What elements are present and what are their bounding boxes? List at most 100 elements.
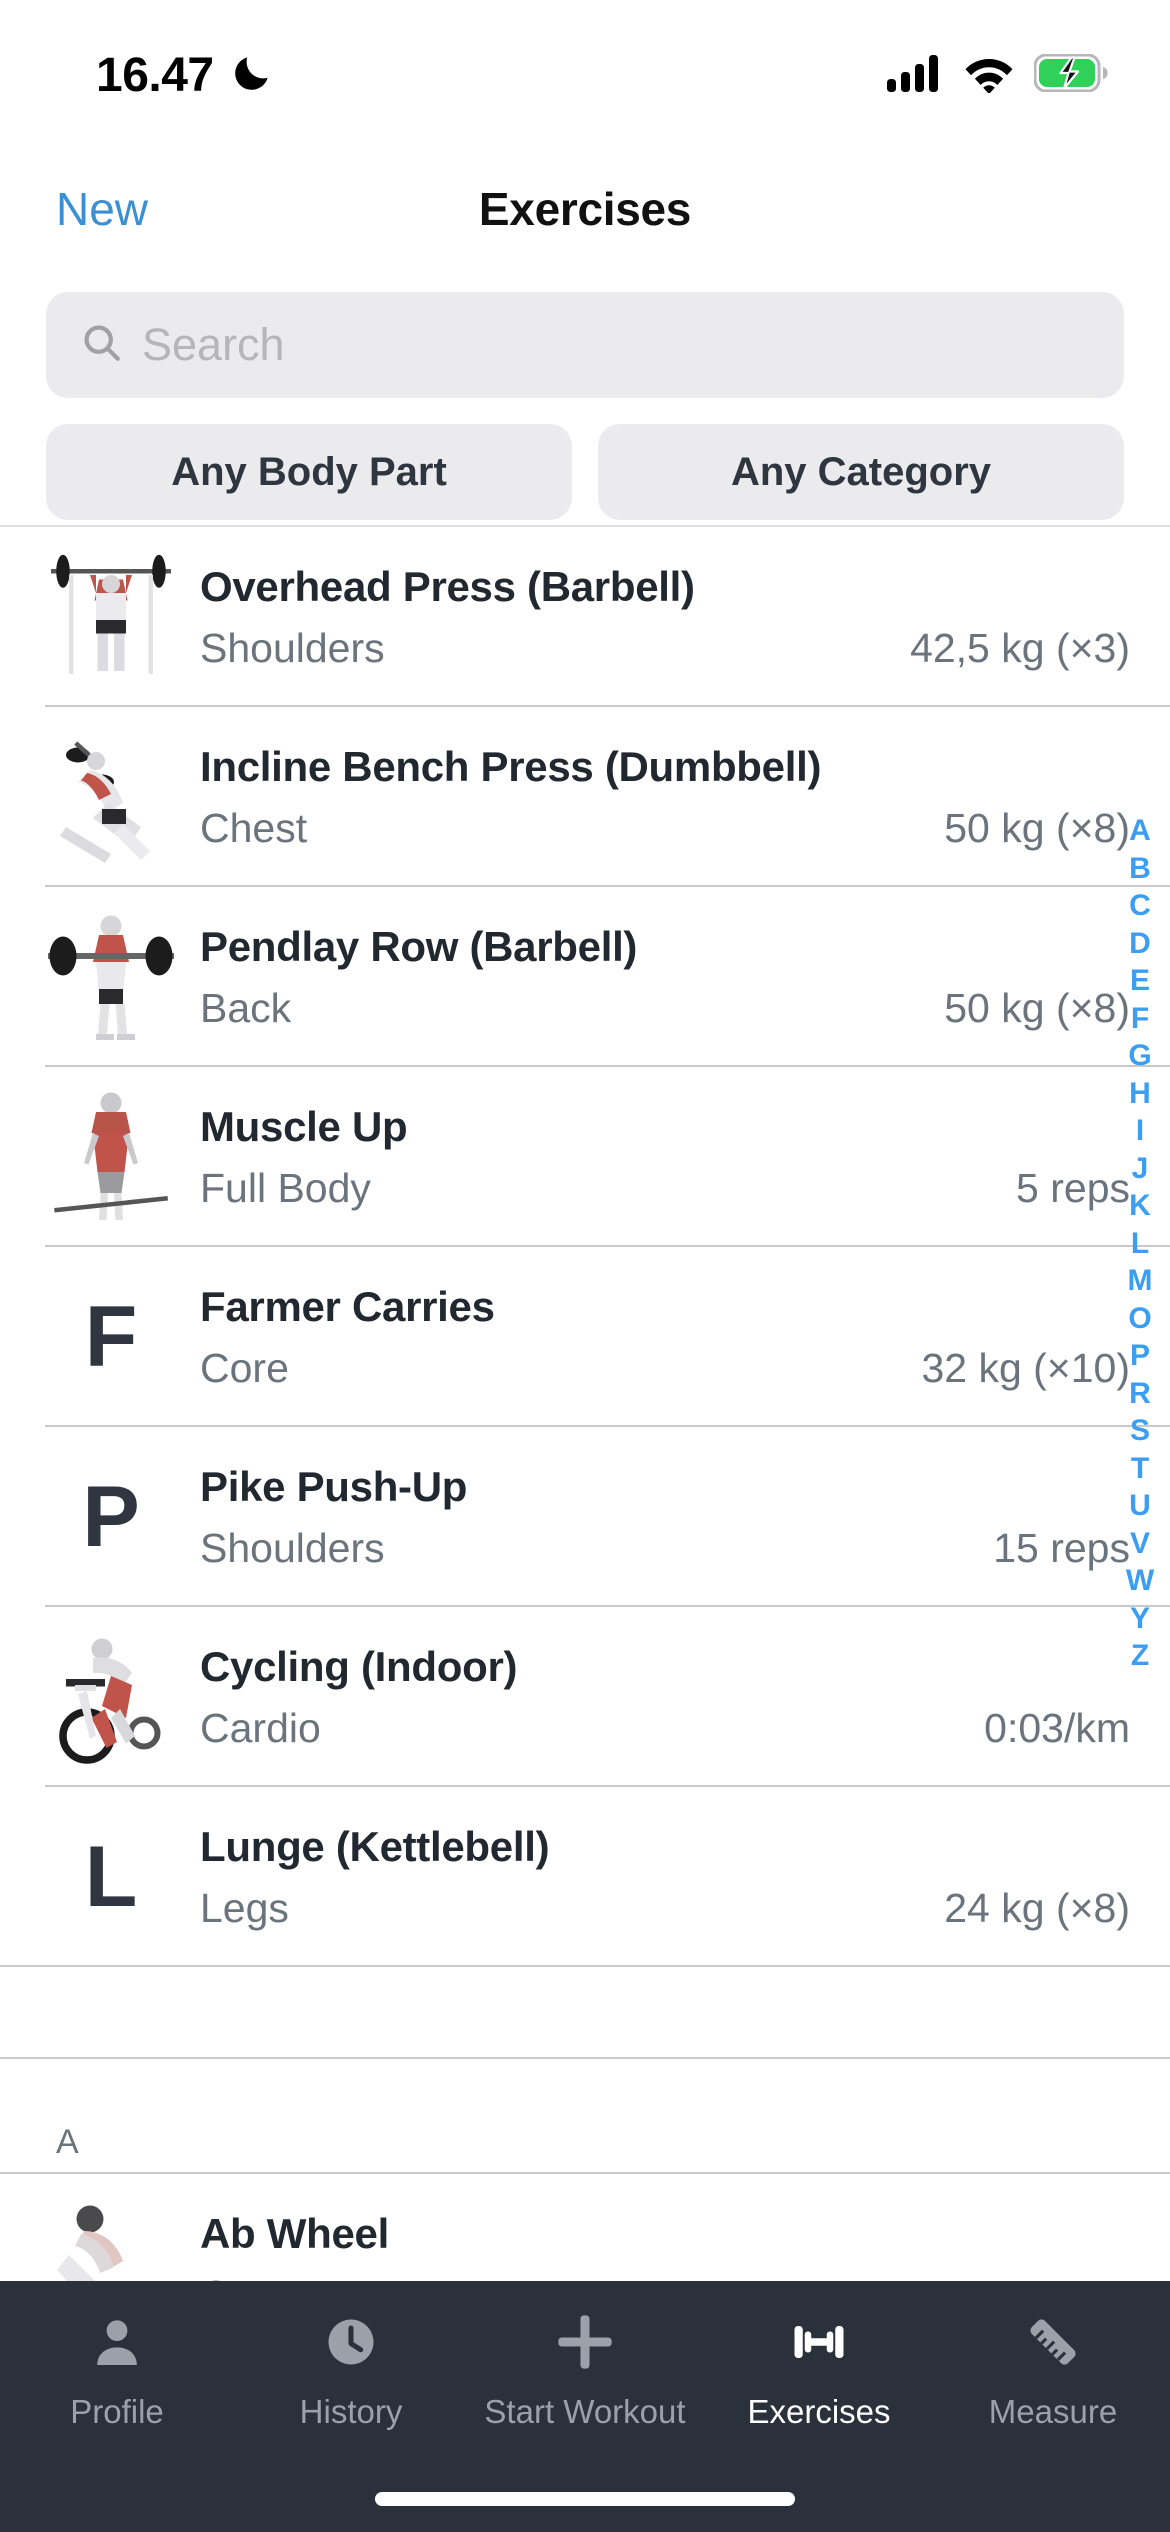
exercise-title: Ab Wheel	[200, 2209, 389, 2257]
tab-label: History	[299, 2393, 403, 2430]
wifi-icon	[962, 53, 1016, 98]
exercise-list-item[interactable]: Incline Bench Press (Dumbbell) Chest 50 …	[0, 707, 1170, 887]
tab-label: Profile	[70, 2393, 164, 2430]
index-letter[interactable]: K	[1129, 1187, 1151, 1225]
index-letter[interactable]: F	[1131, 1000, 1149, 1038]
dumbbell-icon	[789, 2307, 849, 2377]
filter-row: Any Body Part Any Category	[46, 424, 1124, 520]
index-letter[interactable]: H	[1129, 1075, 1151, 1113]
exercise-list-item[interactable]: P Pike Push-Up Shoulders 15 reps	[0, 1427, 1170, 1607]
tab-label: Exercises	[747, 2393, 891, 2430]
exercise-personal-record: 42,5 kg (×3)	[910, 624, 1130, 671]
exercise-meta: Core 32 kg (×10)	[200, 1345, 1130, 1392]
index-letter[interactable]: L	[1131, 1225, 1149, 1263]
exercise-list-item[interactable]: Muscle Up Full Body 5 reps	[0, 1067, 1170, 1247]
exercise-item-body: Cycling (Indoor) Cardio 0:03/km	[200, 1643, 1130, 1752]
exercise-item-body: Pendlay Row (Barbell) Back 50 kg (×8)	[200, 923, 1130, 1032]
exercise-meta: Full Body 5 reps	[200, 1165, 1130, 1212]
exercise-body-part: Shoulders	[200, 1524, 385, 1571]
exercise-title: Cycling (Indoor)	[200, 1642, 518, 1690]
filter-category-button[interactable]: Any Category	[598, 424, 1124, 520]
exercise-personal-record: 32 kg (×10)	[921, 1344, 1130, 1391]
exercise-meta: Core	[200, 2272, 1130, 2282]
exercise-personal-record: 50 kg (×8)	[944, 984, 1130, 1031]
index-letter[interactable]: I	[1136, 1112, 1144, 1150]
index-letter[interactable]: G	[1128, 1037, 1151, 1075]
tab-start-workout[interactable]: Start Workout	[468, 2307, 702, 2431]
tab-measure[interactable]: Measure	[936, 2307, 1170, 2431]
tab-label: Start Workout	[484, 2393, 686, 2430]
exercise-item-body: Overhead Press (Barbell) Shoulders 42,5 …	[200, 563, 1130, 672]
exercise-item-body: Pike Push-Up Shoulders 15 reps	[200, 1463, 1130, 1572]
index-letter[interactable]: V	[1130, 1525, 1150, 1563]
status-bar-clock: 16.47	[96, 48, 214, 102]
section-header-letter: A	[56, 2123, 79, 2161]
home-indicator	[375, 2492, 795, 2506]
index-letter[interactable]: A	[1129, 812, 1151, 850]
index-letter[interactable]: W	[1126, 1562, 1154, 1600]
exercise-list-item[interactable]: Cycling (Indoor) Cardio 0:03/km	[0, 1607, 1170, 1787]
index-letter[interactable]: C	[1129, 887, 1151, 925]
index-letter[interactable]: T	[1131, 1450, 1149, 1488]
exercise-thumbnail-letter-placeholder: P	[36, 1442, 186, 1592]
exercise-list[interactable]: Overhead Press (Barbell) Shoulders 42,5 …	[0, 527, 1170, 2281]
index-letter[interactable]: E	[1130, 962, 1150, 1000]
exercise-title: Overhead Press (Barbell)	[200, 562, 695, 610]
exercise-body-part: Cardio	[200, 1704, 321, 1751]
exercise-body-part: Shoulders	[200, 624, 385, 671]
index-letter[interactable]: Y	[1130, 1600, 1150, 1638]
exercise-initial-letter: F	[84, 1289, 138, 1385]
tab-history[interactable]: History	[234, 2307, 468, 2431]
exercise-initial-letter: L	[84, 1829, 138, 1925]
list-section-header: A	[0, 2059, 1170, 2174]
tab-label: Measure	[988, 2393, 1118, 2430]
tab-exercises[interactable]: Exercises	[702, 2307, 936, 2431]
exercise-thumbnail-letter-placeholder: F	[36, 1262, 186, 1412]
search-icon	[80, 321, 124, 370]
alphabet-index[interactable]: A B C D E F G H I J K L M O P R S T U V …	[1118, 812, 1162, 1675]
exercise-meta: Cardio 0:03/km	[200, 1705, 1130, 1752]
index-letter[interactable]: O	[1128, 1300, 1151, 1338]
filter-body-part-button[interactable]: Any Body Part	[46, 424, 572, 520]
page-title: Exercises	[478, 183, 692, 235]
index-letter[interactable]: Z	[1131, 1637, 1149, 1675]
exercise-personal-record: 0:03/km	[984, 1704, 1130, 1751]
index-letter[interactable]: B	[1129, 850, 1151, 888]
exercise-item-body: Ab Wheel Core	[200, 2210, 1130, 2282]
exercise-meta: Back 50 kg (×8)	[200, 985, 1130, 1032]
exercise-list-item[interactable]: Pendlay Row (Barbell) Back 50 kg (×8)	[0, 887, 1170, 1067]
exercise-list-item[interactable]: L Lunge (Kettlebell) Legs 24 kg (×8)	[0, 1787, 1170, 1967]
crescent-moon-icon	[230, 51, 274, 100]
exercise-initial-letter: P	[82, 1469, 140, 1565]
status-bar: 16.47	[0, 0, 1170, 150]
index-letter[interactable]: R	[1129, 1375, 1151, 1413]
exercise-item-body: Incline Bench Press (Dumbbell) Chest 50 …	[200, 743, 1130, 852]
bottom-tab-bar: Profile History Start Workout Exercises …	[0, 2281, 1170, 2532]
exercise-meta: Chest 50 kg (×8)	[200, 805, 1130, 852]
person-icon	[88, 2307, 146, 2377]
exercise-list-item[interactable]: Overhead Press (Barbell) Shoulders 42,5 …	[0, 527, 1170, 707]
exercise-body-part: Full Body	[200, 1164, 371, 1211]
index-letter[interactable]: J	[1132, 1150, 1149, 1188]
tab-profile[interactable]: Profile	[0, 2307, 234, 2431]
index-letter[interactable]: P	[1130, 1337, 1150, 1375]
exercise-personal-record: 50 kg (×8)	[944, 804, 1130, 851]
battery-charging-icon	[1033, 53, 1108, 97]
exercise-thumbnail-letter-placeholder: L	[36, 1802, 186, 1952]
search-field[interactable]: Search	[46, 292, 1124, 398]
index-letter[interactable]: S	[1130, 1412, 1150, 1450]
index-letter[interactable]: U	[1129, 1487, 1151, 1525]
exercise-thumbnail-ab-wheel-icon	[36, 2189, 186, 2281]
exercise-thumbnail-incline-bench-icon	[36, 722, 186, 872]
exercise-item-body: Lunge (Kettlebell) Legs 24 kg (×8)	[200, 1823, 1130, 1932]
exercise-list-item[interactable]: Ab Wheel Core	[0, 2174, 1170, 2281]
exercise-thumbnail-muscle-up-icon	[36, 1082, 186, 1232]
index-letter[interactable]: D	[1129, 925, 1151, 963]
exercise-list-item[interactable]: F Farmer Carries Core 32 kg (×10)	[0, 1247, 1170, 1427]
index-letter[interactable]: M	[1128, 1262, 1153, 1300]
exercise-body-part: Core	[200, 1344, 289, 1391]
exercise-meta: Shoulders 15 reps	[200, 1525, 1130, 1572]
list-section-spacer	[0, 1967, 1170, 2059]
ruler-icon	[1023, 2307, 1083, 2377]
cellular-signal-icon	[886, 53, 944, 98]
